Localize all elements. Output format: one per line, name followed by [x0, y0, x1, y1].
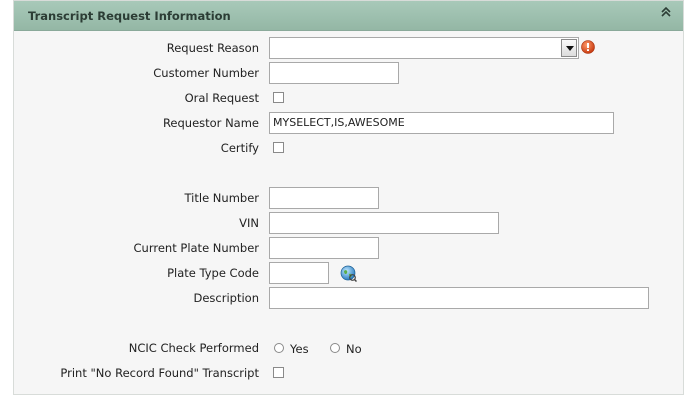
globe-lookup-icon[interactable] [340, 265, 358, 283]
customer-number-label: Customer Number [153, 66, 259, 80]
plate-type-code-label: Plate Type Code [167, 266, 259, 280]
ncic-no-label[interactable]: No [346, 342, 362, 356]
vin-label: VIN [239, 216, 259, 230]
collapse-icon[interactable] [659, 6, 673, 21]
customer-number-field[interactable] [269, 62, 399, 84]
exclamation-icon [581, 40, 595, 54]
request-reason-label: Request Reason [166, 41, 259, 55]
oral-request-checkbox[interactable] [273, 92, 284, 103]
certify-label: Certify [220, 141, 259, 155]
panel-header: Transcript Request Information [14, 1, 683, 31]
ncic-check-label: NCIC Check Performed [128, 341, 259, 355]
ncic-yes-radio[interactable] [274, 343, 284, 353]
ncic-yes-label[interactable]: Yes [290, 342, 309, 356]
transcript-request-panel: Transcript Request Information Request R… [13, 0, 684, 395]
chevron-down-icon[interactable] [561, 39, 577, 57]
title-number-field[interactable] [269, 187, 379, 209]
oral-request-label: Oral Request [184, 91, 259, 105]
panel-title: Transcript Request Information [28, 9, 231, 23]
description-field[interactable] [269, 287, 649, 309]
certify-checkbox[interactable] [273, 142, 284, 153]
ncic-no-radio[interactable] [330, 343, 340, 353]
current-plate-number-field[interactable] [269, 237, 379, 259]
request-reason-select[interactable] [269, 37, 579, 59]
description-label: Description [193, 291, 260, 305]
print-no-record-checkbox[interactable] [273, 367, 284, 378]
print-no-record-label: Print "No Record Found" Transcript [60, 366, 259, 380]
requestor-name-field[interactable]: MYSELECT,IS,AWESOME [269, 112, 614, 134]
vin-field[interactable] [269, 212, 499, 234]
current-plate-number-label: Current Plate Number [133, 241, 259, 255]
title-number-label: Title Number [184, 191, 260, 205]
plate-type-code-field[interactable] [269, 262, 329, 284]
requestor-name-label: Requestor Name [162, 116, 259, 130]
